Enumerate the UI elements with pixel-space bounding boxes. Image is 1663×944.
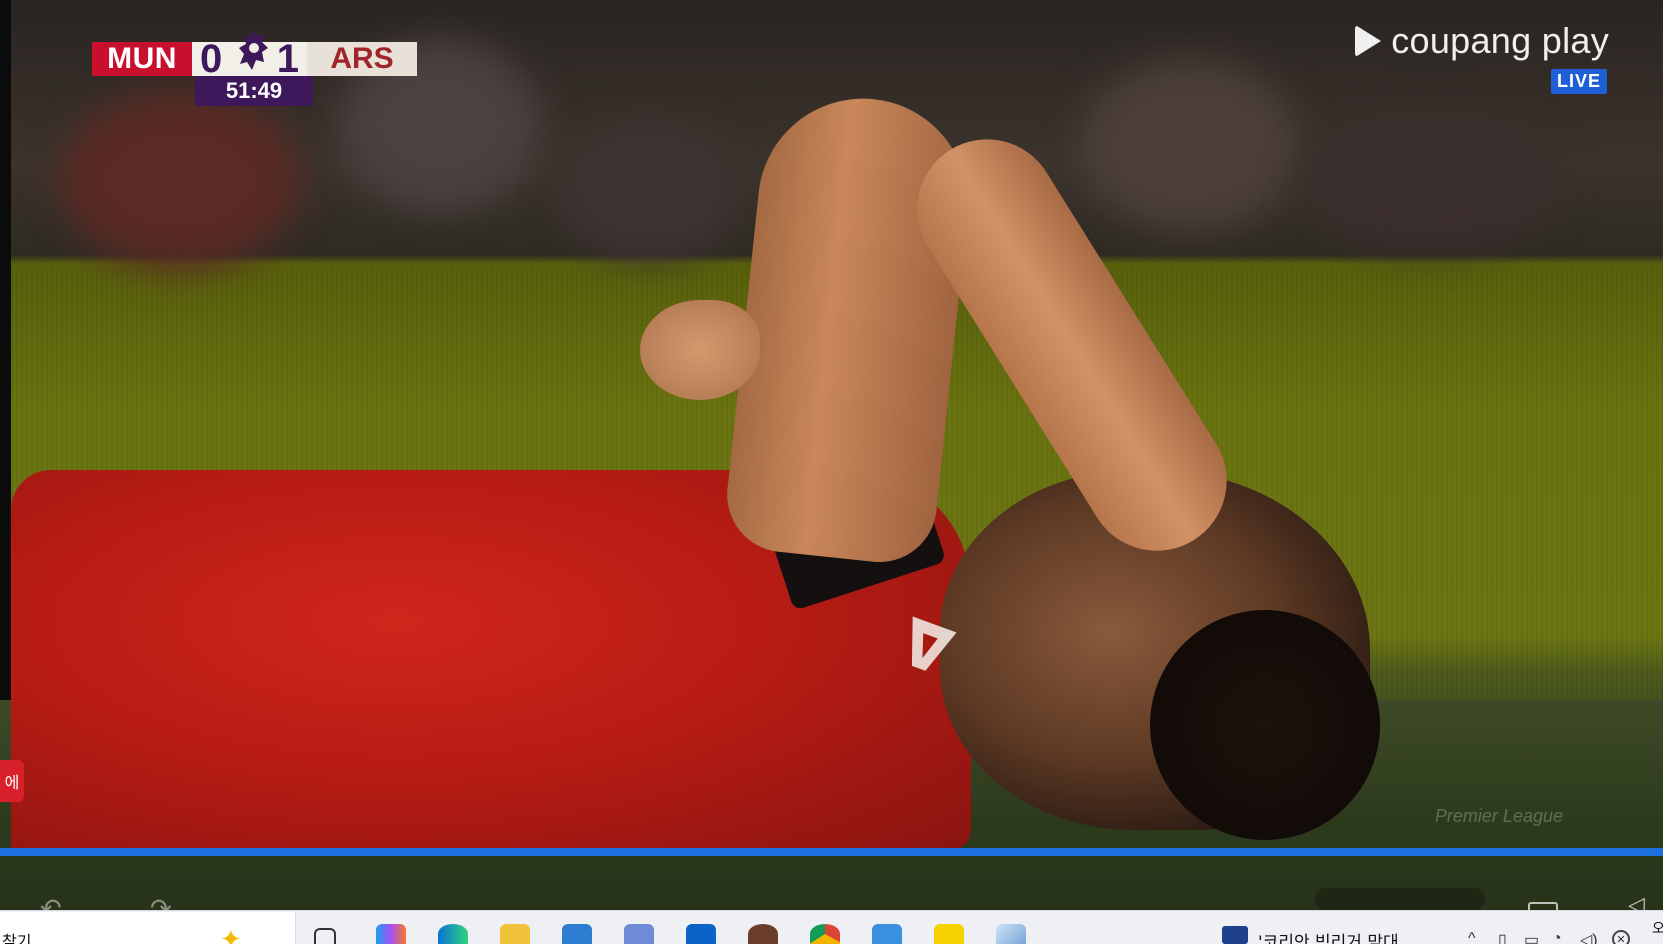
task-view-icon[interactable] <box>314 928 336 944</box>
control-pill[interactable] <box>1315 888 1485 910</box>
player-hair <box>1150 610 1380 840</box>
home-team: MUN <box>92 42 192 76</box>
store-icon[interactable] <box>562 924 592 944</box>
broadcaster-name: coupang play <box>1391 20 1609 61</box>
app-icon[interactable] <box>748 924 778 944</box>
chevron-up-icon[interactable]: ^ <box>1468 930 1476 944</box>
forward-icon[interactable]: ↷ <box>150 893 172 910</box>
wifi-icon[interactable]: ◔ <box>1552 930 1562 944</box>
player-hand <box>640 300 760 400</box>
league-watermark: Premier League <box>1434 806 1563 826</box>
kakaotalk-icon[interactable] <box>934 924 964 944</box>
clock-fragment: 오 <box>1652 920 1663 936</box>
broadcaster-logo: coupang play <box>1353 20 1609 62</box>
away-score: 1 <box>276 36 299 81</box>
microphone-icon[interactable]: ▯ <box>1498 930 1507 944</box>
crowd-background <box>560 120 740 260</box>
play-triangle-icon <box>1355 26 1382 56</box>
scoreboard: MUN 0 1 ARS 51:49 <box>92 30 422 110</box>
fullscreen-icon[interactable] <box>1528 902 1558 910</box>
crowd-background <box>60 90 300 270</box>
away-team: ARS <box>307 42 417 76</box>
scoreboard-bar: MUN 0 1 ARS <box>92 30 417 81</box>
news-widget-text[interactable]: '코리안 빅리거 맏대 <box>1258 928 1399 944</box>
score-box: 0 1 <box>192 30 307 81</box>
live-badge: LIVE <box>1550 69 1607 94</box>
display-icon[interactable]: ▭ <box>1524 930 1539 944</box>
home-score: 0 <box>200 36 223 81</box>
search-sparkle-icon: ✦ <box>220 924 242 944</box>
outlook-icon[interactable] <box>686 924 716 944</box>
side-tab[interactable]: 에 <box>0 760 24 802</box>
video-player[interactable]: ᐊ MUN 0 1 ARS 51:49 coupang play LIVE Pr… <box>0 0 1663 910</box>
file-explorer-icon[interactable] <box>500 924 530 944</box>
playback-progress-bar[interactable] <box>0 848 1663 856</box>
chrome-icon[interactable] <box>810 924 840 944</box>
pen-icon[interactable] <box>996 924 1026 944</box>
match-clock: 51:49 <box>195 76 313 106</box>
premier-league-lion-icon <box>239 30 268 70</box>
edge-icon[interactable] <box>438 924 468 944</box>
close-icon[interactable]: ✕ <box>1612 930 1630 944</box>
playback-progress-fill <box>0 848 1663 856</box>
copilot-icon[interactable] <box>376 924 406 944</box>
taskbar-search[interactable]: 찾기 ✦ <box>0 912 296 944</box>
crowd-background <box>1300 110 1560 250</box>
crowd-background <box>1080 60 1300 230</box>
rewind-icon[interactable]: ↶ <box>40 893 62 910</box>
news-widget-icon[interactable] <box>1222 926 1248 944</box>
search-label: 찾기 <box>2 934 32 944</box>
volume-icon[interactable]: ◁ <box>1628 892 1645 910</box>
settings-icon[interactable] <box>624 924 654 944</box>
speaker-icon[interactable]: ◁) <box>1580 930 1598 944</box>
app-tile-icon[interactable] <box>872 924 902 944</box>
